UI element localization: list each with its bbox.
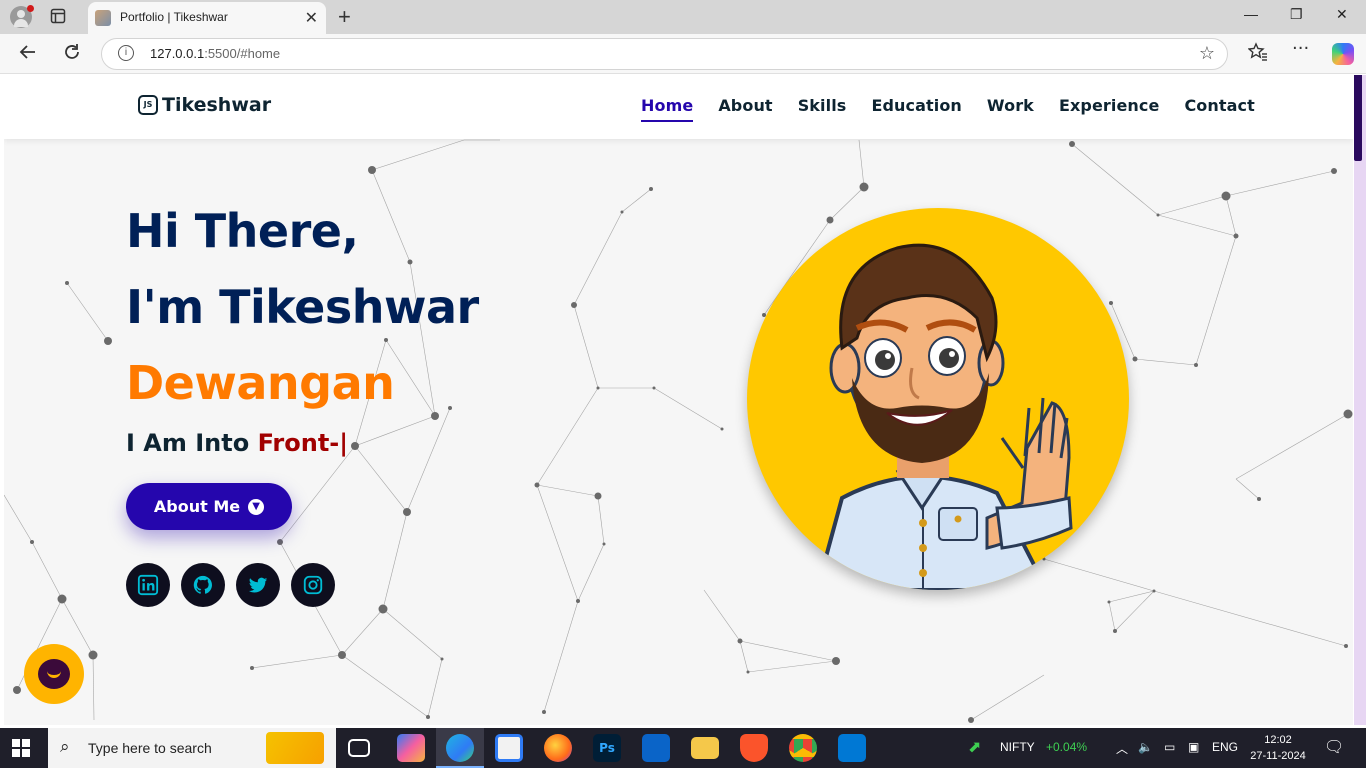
volume-icon[interactable]: 🔈 xyxy=(1138,740,1153,754)
nav-experience[interactable]: Experience xyxy=(1059,96,1160,122)
task-view-icon[interactable] xyxy=(348,739,370,757)
battery-icon[interactable]: ▭ xyxy=(1164,740,1175,754)
address-bar[interactable]: i 127.0.0.1:5500/#home ☆ xyxy=(101,38,1228,70)
brave-icon[interactable] xyxy=(740,734,768,762)
page-scrollbar[interactable] xyxy=(1354,75,1366,725)
browser-tab[interactable]: Portfolio | Tikeshwar ✕ xyxy=(88,2,326,34)
tab-close-icon[interactable]: ✕ xyxy=(305,8,318,27)
profile-avatar-icon[interactable] xyxy=(10,5,34,28)
browser-toolbar: i 127.0.0.1:5500/#home ☆ ··· xyxy=(0,34,1366,74)
page-viewport: JS Tikeshwar Home About Skills Education… xyxy=(4,75,1353,725)
clock-time: 12:02 xyxy=(1264,734,1292,746)
typed-prefix: I Am Into xyxy=(126,429,258,457)
copilot-icon[interactable] xyxy=(1332,43,1354,65)
site-header: JS Tikeshwar Home About Skills Education… xyxy=(4,75,1353,139)
hero-greeting: Hi There, xyxy=(126,204,359,258)
reload-icon[interactable] xyxy=(62,42,82,67)
nav-home[interactable]: Home xyxy=(641,96,694,122)
typed-text: Front-| xyxy=(257,429,349,457)
linkedin-icon[interactable] xyxy=(126,563,170,607)
nav-skills[interactable]: Skills xyxy=(798,96,847,122)
taskbar-search-placeholder: Type here to search xyxy=(88,740,212,756)
file-explorer-icon[interactable] xyxy=(691,737,719,759)
tray-chevron-up-icon[interactable]: ︿ xyxy=(1116,740,1128,757)
site-logo[interactable]: JS Tikeshwar xyxy=(138,94,271,116)
favorites-icon[interactable] xyxy=(1247,42,1268,67)
favorite-star-icon[interactable]: ☆ xyxy=(1199,43,1215,64)
chrome-icon[interactable] xyxy=(789,734,817,762)
main-nav: Home About Skills Education Work Experie… xyxy=(641,96,1255,122)
instagram-icon[interactable] xyxy=(291,563,335,607)
chat-widget-button[interactable] xyxy=(24,644,84,704)
more-options-icon[interactable]: ··· xyxy=(1292,38,1309,59)
tab-favicon-icon xyxy=(95,10,111,26)
github-icon[interactable] xyxy=(181,563,225,607)
market-name[interactable]: NIFTY xyxy=(1000,740,1035,754)
photoshop-icon[interactable]: Ps xyxy=(593,734,621,762)
site-info-icon[interactable]: i xyxy=(118,45,134,61)
hero-surname: Dewangan xyxy=(126,356,395,410)
js-logo-icon: JS xyxy=(138,95,158,115)
windows-taskbar: ⌕ Type here to search Ps ⬈ NIFTY +0.04% … xyxy=(0,728,1366,768)
nav-contact[interactable]: Contact xyxy=(1184,96,1254,122)
twitter-icon[interactable] xyxy=(236,563,280,607)
window-restore-button[interactable]: ❐ xyxy=(1290,6,1303,23)
market-chart-icon: ⬈ xyxy=(968,739,982,756)
nav-work[interactable]: Work xyxy=(987,96,1034,122)
url-text: 127.0.0.1:5500/#home xyxy=(150,46,281,61)
windows-start-icon[interactable] xyxy=(12,739,30,757)
tab-title: Portfolio | Tikeshwar xyxy=(120,10,228,24)
market-change: +0.04% xyxy=(1046,740,1088,754)
outlook-icon[interactable] xyxy=(642,734,670,762)
firefox-icon[interactable] xyxy=(544,734,572,762)
window-close-button[interactable]: ✕ xyxy=(1336,6,1348,23)
copilot-taskbar-icon[interactable] xyxy=(397,734,425,762)
store-icon[interactable] xyxy=(495,734,523,762)
search-highlight-art xyxy=(266,732,324,764)
window-minimize-button[interactable]: — xyxy=(1244,6,1258,22)
nav-about[interactable]: About xyxy=(718,96,772,122)
about-me-label: About Me xyxy=(153,497,241,516)
taskbar-search[interactable]: ⌕ Type here to search xyxy=(48,728,336,768)
chat-smile-icon xyxy=(38,659,70,689)
tab-actions-icon[interactable] xyxy=(50,8,70,26)
hero-text: Hi There, I'm Tikeshwar Dewangan I Am In… xyxy=(126,193,479,457)
network-icon[interactable]: ▣ xyxy=(1188,740,1199,754)
hero-typed-line: I Am Into Front-| xyxy=(126,429,479,457)
about-me-button[interactable]: About Me ▼ xyxy=(126,483,292,530)
logo-text: Tikeshwar xyxy=(162,94,272,116)
taskbar-clock[interactable]: 12:02 27-11-2024 xyxy=(1246,732,1310,764)
avatar-illustration xyxy=(747,208,1129,590)
social-links xyxy=(126,563,335,607)
browser-tab-strip: Portfolio | Tikeshwar ✕ + — ❐ ✕ xyxy=(0,0,1366,34)
language-indicator[interactable]: ENG xyxy=(1212,740,1238,754)
hero-name: I'm Tikeshwar xyxy=(126,280,479,334)
vscode-icon[interactable] xyxy=(838,734,866,762)
arrow-down-circle-icon: ▼ xyxy=(248,498,265,515)
search-icon: ⌕ xyxy=(60,737,70,757)
edge-icon[interactable] xyxy=(446,734,474,762)
new-tab-button[interactable]: + xyxy=(338,4,351,30)
nav-education[interactable]: Education xyxy=(871,96,961,122)
back-arrow-icon[interactable] xyxy=(18,42,38,67)
notifications-icon[interactable]: 🗨 xyxy=(1324,737,1344,757)
clock-date: 27-11-2024 xyxy=(1250,750,1306,762)
